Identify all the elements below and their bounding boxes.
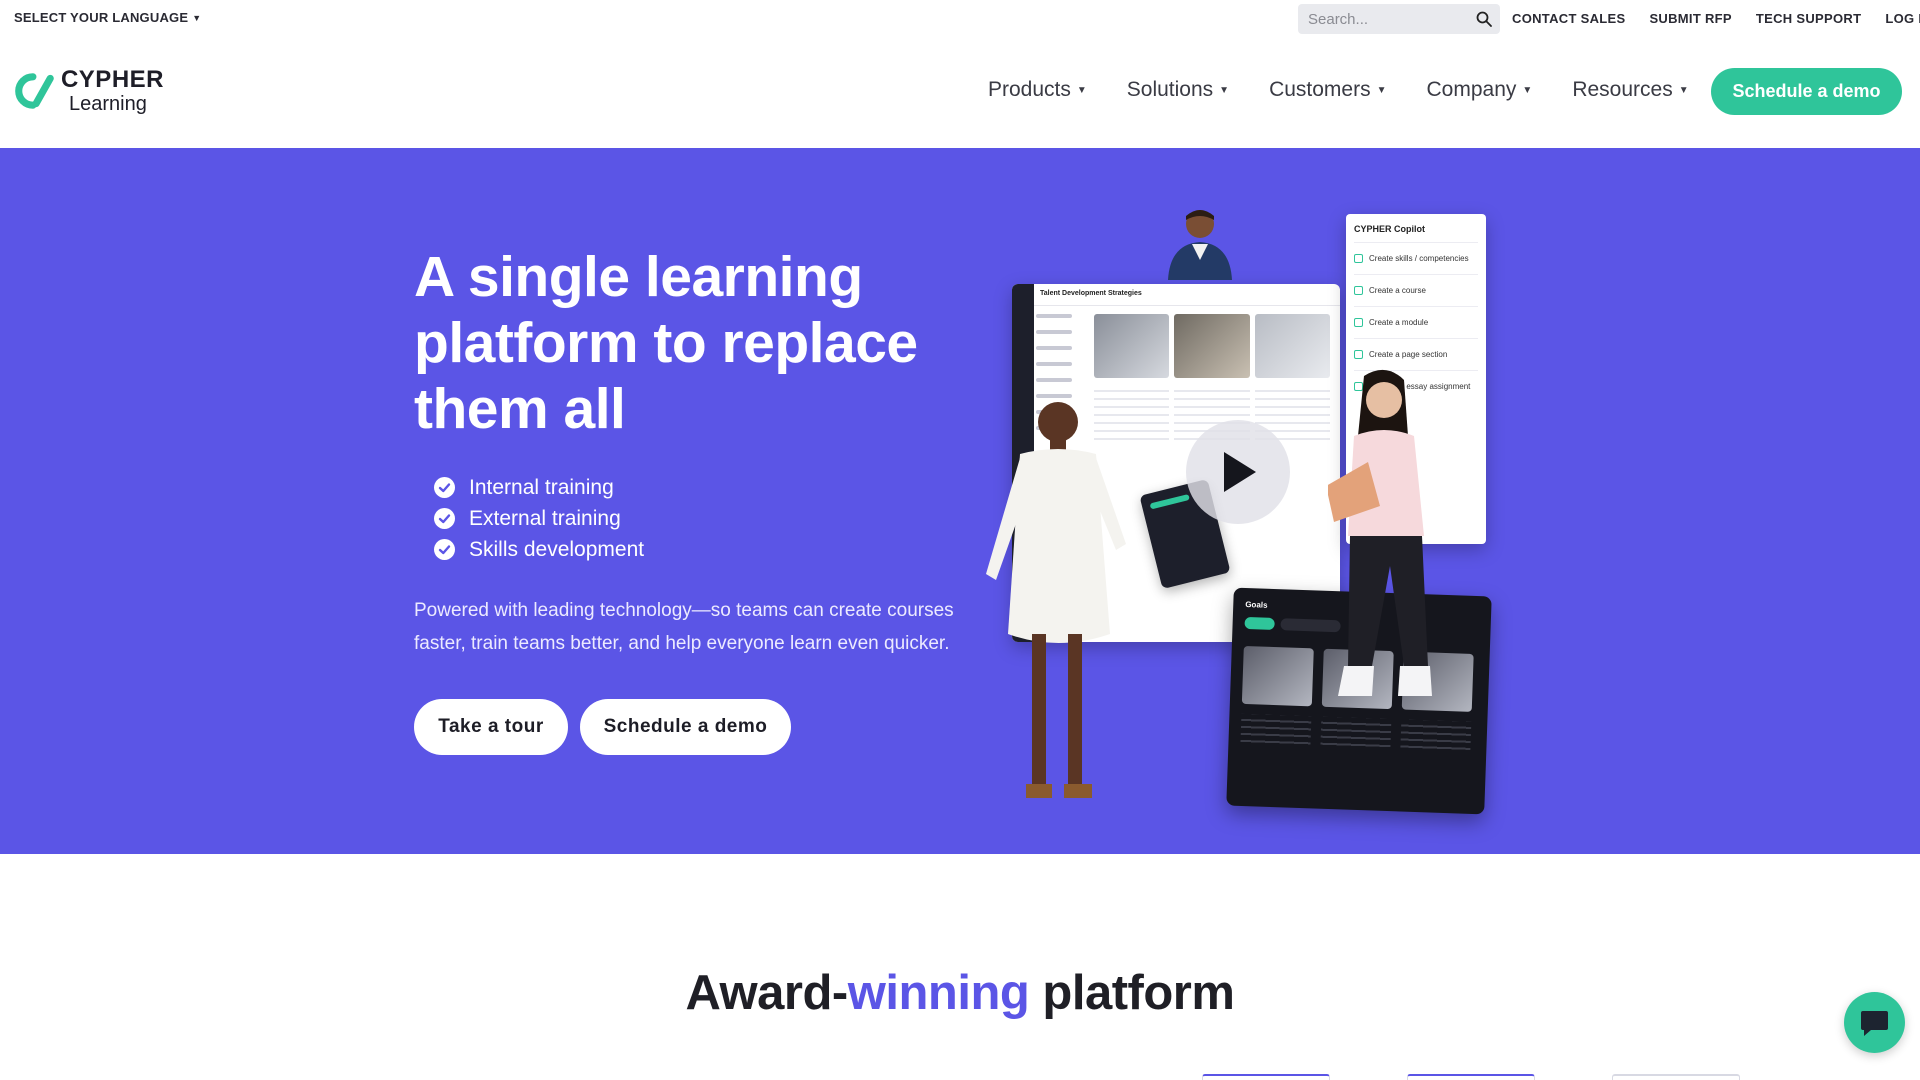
hero-description: Powered with leading technology—so teams… <box>414 600 954 654</box>
hero-illustration: Talent Development Strategies CYPHER Cop… <box>980 206 1500 815</box>
nav-item-customers[interactable]: Customers ▼ <box>1269 78 1386 102</box>
log-in-link[interactable]: LOG IN <box>1885 11 1920 26</box>
copilot-item: Create a module <box>1354 306 1478 338</box>
take-tour-button[interactable]: Take a tour <box>414 699 568 755</box>
checklist-item: Skills development <box>434 534 644 565</box>
tech-support-link[interactable]: TECH SUPPORT <box>1756 11 1861 26</box>
checklist-item-label: Skills development <box>469 537 645 561</box>
check-circle-icon <box>434 508 455 529</box>
award-heading: Award-winning platform <box>0 965 1920 1021</box>
check-circle-icon <box>434 539 455 560</box>
chat-launcher-button[interactable] <box>1844 992 1905 1053</box>
search-icon[interactable] <box>1476 11 1492 27</box>
play-video-button[interactable] <box>1186 420 1290 524</box>
copilot-item: Create a course <box>1354 274 1478 306</box>
award-heading-end: platform <box>1029 966 1235 1020</box>
nav-item-label: Customers <box>1269 78 1371 101</box>
language-selector-label: SELECT YOUR LANGUAGE <box>14 10 189 25</box>
logo-wordmark: CYPHER Learning <box>60 66 164 115</box>
nav-menu: Products ▼ Solutions ▼ Customers ▼ Company ▼… <box>988 78 1729 102</box>
play-icon <box>1224 452 1256 492</box>
award-badge <box>1407 1074 1535 1080</box>
checklist-item-label: External training <box>469 506 621 530</box>
logo-text-cypher: CYPHER <box>60 66 164 93</box>
nav-item-label: Solutions <box>1126 78 1214 101</box>
person-man-image <box>1168 210 1232 280</box>
nav-item-products[interactable]: Products ▼ <box>988 78 1087 102</box>
course-thumbnail <box>1254 314 1330 378</box>
caret-down-icon: ▼ <box>1076 85 1087 96</box>
checklist-item-label: Internal training <box>469 475 614 499</box>
person-woman-left-image <box>986 402 1126 798</box>
person-woman-right-image <box>1328 369 1432 696</box>
check-circle-icon <box>434 477 455 498</box>
nav-item-resources[interactable]: Resources ▼ <box>1572 78 1688 102</box>
logo[interactable]: CYPHER Learning <box>14 62 164 120</box>
course-thumbnail <box>1094 314 1170 378</box>
caret-down-icon: ▼ <box>1376 85 1387 96</box>
app-title: Talent Development Strategies <box>1040 290 1142 297</box>
utility-bar: SELECT YOUR LANGUAGE▼ CONTACT SALES SUBM… <box>0 0 1920 36</box>
logo-text-learning: Learning <box>68 93 147 115</box>
hero-section: A single learning platform to replace th… <box>0 148 1920 854</box>
search-input[interactable] <box>1298 4 1468 34</box>
schedule-demo-nav-button[interactable]: Schedule a demo <box>1711 68 1902 115</box>
hero-title: A single learning platform to replace th… <box>414 245 918 441</box>
award-heading-start: Award- <box>685 966 849 1020</box>
caret-down-icon: ▼ <box>1678 85 1689 96</box>
award-badge <box>1612 1074 1740 1080</box>
nav-item-label: Resources <box>1572 78 1673 101</box>
hero-checklist: Internal training External training Skil… <box>434 472 644 565</box>
utility-links: CONTACT SALES SUBMIT RFP TECH SUPPORT LO… <box>1512 11 1920 26</box>
checklist-item: External training <box>434 503 644 534</box>
contact-sales-link[interactable]: CONTACT SALES <box>1512 11 1625 26</box>
nav-item-solutions[interactable]: Solutions ▼ <box>1127 78 1229 102</box>
schedule-demo-hero-button[interactable]: Schedule a demo <box>580 699 791 755</box>
main-nav: CYPHER Learning Products ▼ Solutions ▼ Cus… <box>0 36 1920 148</box>
award-heading-accent: winning <box>847 966 1030 1020</box>
caret-down-icon: ▼ <box>1522 85 1533 96</box>
search-box <box>1298 4 1500 34</box>
checklist-item: Internal training <box>434 472 644 503</box>
award-badge <box>1202 1074 1330 1080</box>
nav-item-label: Products <box>988 78 1071 101</box>
language-selector[interactable]: SELECT YOUR LANGUAGE ▼ <box>14 10 201 25</box>
course-thumbnail <box>1174 314 1250 378</box>
submit-rfp-link[interactable]: SUBMIT RFP <box>1649 11 1731 26</box>
nav-item-label: Company <box>1426 78 1517 101</box>
caret-down-icon: ▼ <box>1219 85 1230 96</box>
logo-mark-icon <box>15 73 54 109</box>
copilot-title: CYPHER Copilot <box>1354 224 1425 234</box>
chat-icon <box>1861 1011 1888 1036</box>
caret-down-icon: ▼ <box>192 13 202 23</box>
nav-item-company[interactable]: Company ▼ <box>1427 78 1533 102</box>
copilot-item: Create skills / competencies <box>1354 242 1478 274</box>
